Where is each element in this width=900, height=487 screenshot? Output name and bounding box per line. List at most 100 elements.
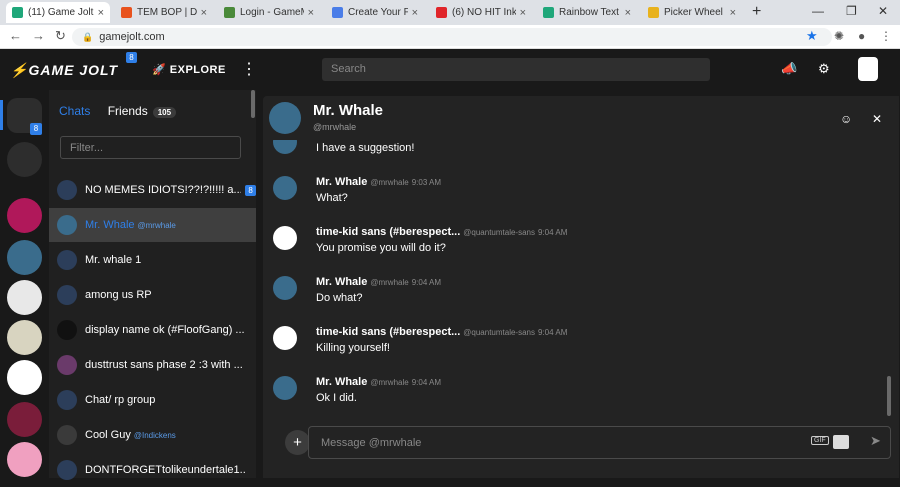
close-chat-icon[interactable]: ✕ <box>872 112 882 126</box>
message-avatar[interactable] <box>273 376 297 400</box>
add-attachment-button[interactable]: + <box>285 430 310 455</box>
chat-list-item[interactable]: Mr. Whale @mrwhale <box>49 208 256 242</box>
tab-close-icon[interactable]: × <box>730 7 736 19</box>
lock-icon: 🔒 <box>82 31 94 42</box>
tab-close-icon[interactable]: × <box>201 7 207 19</box>
tab-close-icon[interactable]: × <box>412 7 418 19</box>
message-composer[interactable]: Message @mrwhale GIF <box>308 426 891 459</box>
chat-list-item[interactable]: DONTFORGETtolikeundertale1... <box>49 453 256 487</box>
reload-icon[interactable]: ↻ <box>55 28 66 44</box>
chat-name: dusttrust sans phase 2 :3 with ... <box>85 359 243 371</box>
chat-name: Cool Guy <box>85 429 131 441</box>
forward-icon[interactable]: → <box>32 28 45 43</box>
more-menu-icon[interactable]: ⋮ <box>241 59 257 79</box>
community-icon[interactable] <box>7 442 42 477</box>
gamejolt-logo[interactable]: ⚡GAME JOLT <box>10 62 118 79</box>
community-icon[interactable] <box>7 198 42 233</box>
chat-list-item[interactable]: Chat/ rp group <box>49 383 256 417</box>
browser-menu-icon[interactable]: ⋮ <box>880 29 892 43</box>
conversation-title: Mr. Whale <box>313 102 384 119</box>
author-name: Mr. Whale <box>316 276 368 288</box>
community-icon[interactable] <box>7 320 42 355</box>
message-input[interactable]: Message @mrwhale <box>321 437 421 449</box>
emoji-button[interactable] <box>833 435 849 449</box>
chat-filter-input[interactable]: Filter... <box>60 136 241 159</box>
tab-close-icon[interactable]: × <box>308 7 314 19</box>
restore-icon[interactable]: ❐ <box>846 4 857 18</box>
tab-favicon-icon <box>224 7 235 18</box>
chat-list-item[interactable]: Cool Guy @Indickens <box>49 418 256 452</box>
community-icon[interactable] <box>7 360 42 395</box>
back-icon[interactable]: ← <box>9 28 22 43</box>
new-tab-button[interactable]: + <box>752 3 761 21</box>
chat-name: among us RP <box>85 289 152 301</box>
tab-friends[interactable]: Friends 105 <box>108 104 177 118</box>
friend-requests-icon[interactable]: ⚙ <box>818 61 830 77</box>
chat-list-item[interactable]: NO MEMES IDIOTS!??!?!!!!! a... 8 <box>49 173 256 207</box>
message-author[interactable]: Mr. Whale @mrwhale 9:03 AM <box>316 176 441 188</box>
chat-avatar <box>57 320 77 340</box>
browser-tab[interactable]: (11) Game Jolt × <box>6 2 110 23</box>
close-window-icon[interactable]: ✕ <box>878 4 888 18</box>
tab-title: Rainbow Text G <box>559 7 621 18</box>
extensions-icon[interactable]: ✺ <box>834 29 844 43</box>
message-text: I have a suggestion! <box>316 142 415 154</box>
community-icon[interactable] <box>7 240 42 275</box>
chat-list-scrollbar[interactable] <box>251 90 255 118</box>
message-avatar[interactable] <box>273 226 297 250</box>
url-field[interactable]: 🔒 gamejolt.com <box>72 28 832 46</box>
chat-avatar <box>57 355 77 375</box>
message-scrollbar[interactable] <box>887 376 891 416</box>
author-name: time-kid sans (#berespect... <box>316 226 461 238</box>
message-author[interactable]: time-kid sans (#berespect... @quantumtale… <box>316 226 567 238</box>
notification-badge: 8 <box>126 52 137 63</box>
browser-tab[interactable]: Create Your Fri × <box>326 2 424 23</box>
message-author[interactable]: time-kid sans (#berespect... @quantumtale… <box>316 326 567 338</box>
user-avatar[interactable] <box>858 57 878 81</box>
chat-list-item[interactable]: among us RP <box>49 278 256 312</box>
message-text: Do what? <box>316 292 363 304</box>
tab-close-icon[interactable]: × <box>520 7 526 19</box>
url-text: gamejolt.com <box>99 31 165 43</box>
tab-title: Create Your Fri <box>348 7 408 18</box>
library-icon[interactable] <box>7 142 42 177</box>
browser-tab[interactable]: (6) NO HIT Ink! × <box>430 2 532 23</box>
chat-avatar <box>57 215 77 235</box>
conversation-panel: Mr. Whale @mrwhale ☺ ✕ I have a suggesti… <box>263 96 899 478</box>
community-icon[interactable] <box>7 280 42 315</box>
tab-close-icon[interactable]: × <box>625 7 631 19</box>
browser-tab[interactable]: Login - GameM × <box>218 2 320 23</box>
message-avatar[interactable] <box>273 326 297 350</box>
add-friend-icon[interactable]: ☺ <box>840 112 852 126</box>
tab-favicon-icon <box>332 7 343 18</box>
chat-list-item[interactable]: display name ok (#FloofGang) ... <box>49 313 256 347</box>
logo-text: GAME JOLT <box>28 62 119 78</box>
tab-title: Login - GameM <box>240 7 304 18</box>
bookmark-star-icon[interactable]: ★ <box>806 28 818 44</box>
megaphone-icon[interactable]: 📣 <box>781 61 797 77</box>
browser-tab[interactable]: Rainbow Text G × <box>537 2 637 23</box>
message-author[interactable]: Mr. Whale @mrwhale 9:04 AM <box>316 376 441 388</box>
chat-avatar <box>57 460 77 480</box>
profile-icon[interactable]: ● <box>858 29 865 43</box>
browser-tab[interactable]: TEM BOP | DFC × <box>115 2 213 23</box>
gif-button[interactable]: GIF <box>811 436 829 445</box>
tab-favicon-icon <box>12 7 23 18</box>
browser-tab[interactable]: Picker Wheel - S × <box>642 2 742 23</box>
message-text: You promise you will do it? <box>316 242 446 254</box>
message-avatar[interactable] <box>273 176 297 200</box>
send-icon[interactable]: ➤ <box>870 433 881 449</box>
message-author[interactable]: Mr. Whale @mrwhale 9:04 AM <box>316 276 441 288</box>
tab-chats[interactable]: Chats <box>59 104 90 118</box>
explore-link[interactable]: 🚀 EXPLORE <box>152 63 226 76</box>
conversation-avatar[interactable] <box>269 102 301 134</box>
minimize-icon[interactable]: — <box>812 4 824 18</box>
tab-close-icon[interactable]: × <box>98 7 104 19</box>
site-search-input[interactable]: Search <box>322 58 710 81</box>
chat-list-item[interactable]: Mr. whale 1 <box>49 243 256 277</box>
chat-list-item[interactable]: dusttrust sans phase 2 :3 with ... <box>49 348 256 382</box>
tab-title: (6) NO HIT Ink! <box>452 7 516 18</box>
community-icon[interactable] <box>7 402 42 437</box>
message-time: 9:04 AM <box>411 278 442 287</box>
message-avatar[interactable] <box>273 276 297 300</box>
